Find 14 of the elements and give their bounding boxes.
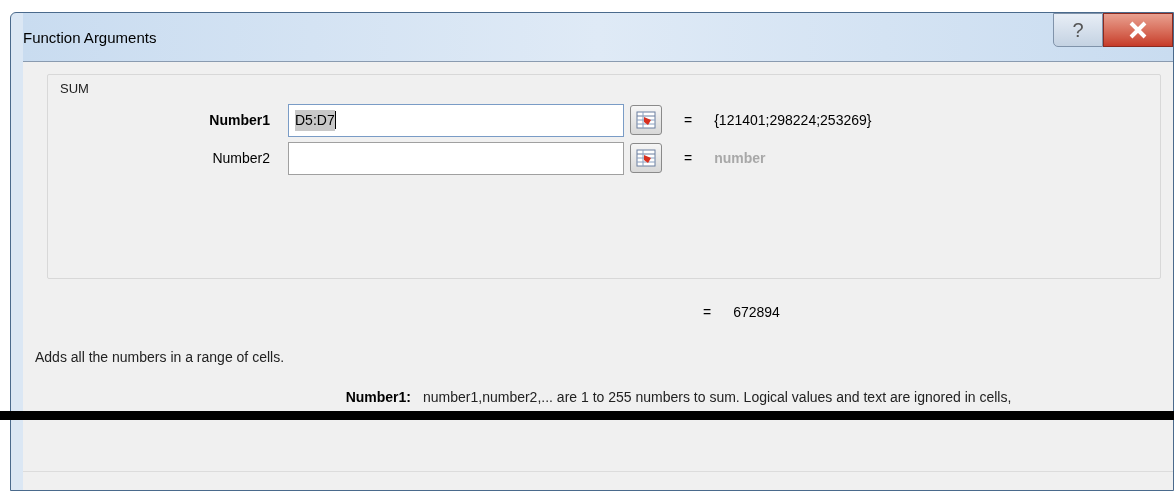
equals-sign: = bbox=[703, 302, 712, 322]
argument-result: number bbox=[714, 148, 766, 168]
argument-field[interactable]: D5:D7 bbox=[288, 103, 624, 137]
argument-label: Number1 bbox=[208, 110, 271, 130]
equals-sign: = bbox=[684, 148, 693, 168]
window-title: Function Arguments bbox=[23, 28, 157, 48]
function-description: Adds all the numbers in a range of cells. bbox=[35, 349, 285, 365]
argument-result: {121401;298224;253269} bbox=[714, 110, 872, 130]
argument-label: Number2 bbox=[211, 148, 271, 168]
formula-result: 672894 bbox=[733, 302, 780, 322]
equals-sign: = bbox=[684, 110, 693, 130]
argument-help-label: Number1: bbox=[344, 388, 412, 407]
argument-help-text: number1,number2,... are 1 to 255 numbers to sum. Logical values and text are ignored in cells, bbox=[423, 388, 1012, 407]
help-button[interactable]: ? bbox=[1053, 13, 1103, 47]
